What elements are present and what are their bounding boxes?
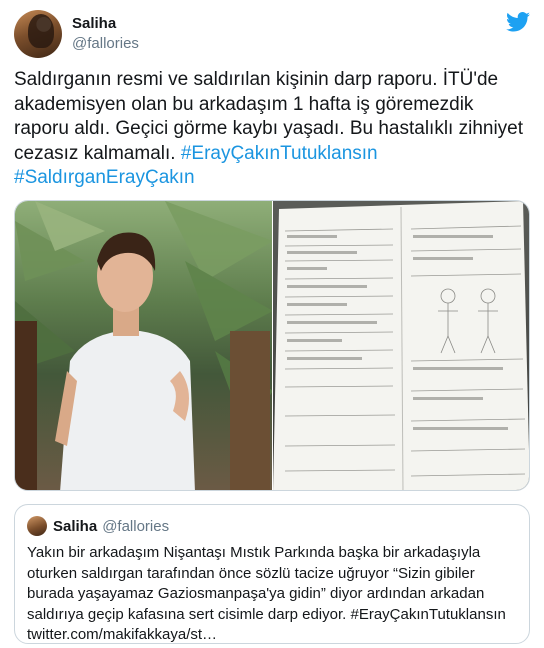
author-names: Saliha @fallories [72, 14, 139, 54]
avatar[interactable] [14, 10, 62, 58]
quoted-tweet-text: Yakın bir arkadaşım Nişantaşı Mıstık Par… [27, 544, 506, 643]
media-grid [14, 200, 530, 491]
quoted-tweet[interactable]: Saliha @fallories Yakın bir arkadaşım Ni… [14, 504, 530, 644]
photo-report-illustration [273, 201, 529, 490]
quoted-display-name: Saliha [53, 517, 98, 535]
author-display-name[interactable]: Saliha [72, 14, 139, 34]
photo-man-illustration [15, 201, 272, 490]
photo-man-image[interactable] [15, 201, 272, 490]
twitter-bird-icon[interactable] [506, 12, 530, 32]
author-handle[interactable]: @fallories [72, 34, 139, 54]
tweet-text: Saldırganın resmi ve saldırılan kişinin … [14, 68, 530, 191]
photo-report-image[interactable] [273, 201, 529, 490]
quoted-tweet-header: Saliha @fallories [27, 515, 517, 537]
hashtag-link[interactable]: #ErayÇakınTutuklansın [181, 143, 378, 164]
quoted-handle: @fallories [102, 517, 170, 535]
tweet-card[interactable]: Saliha @fallories Saldırganın resmi ve s… [0, 0, 544, 648]
tweet-header: Saliha @fallories [14, 10, 139, 58]
quoted-avatar [27, 516, 47, 536]
hashtag-link[interactable]: #SaldırganErayÇakın [14, 167, 195, 188]
